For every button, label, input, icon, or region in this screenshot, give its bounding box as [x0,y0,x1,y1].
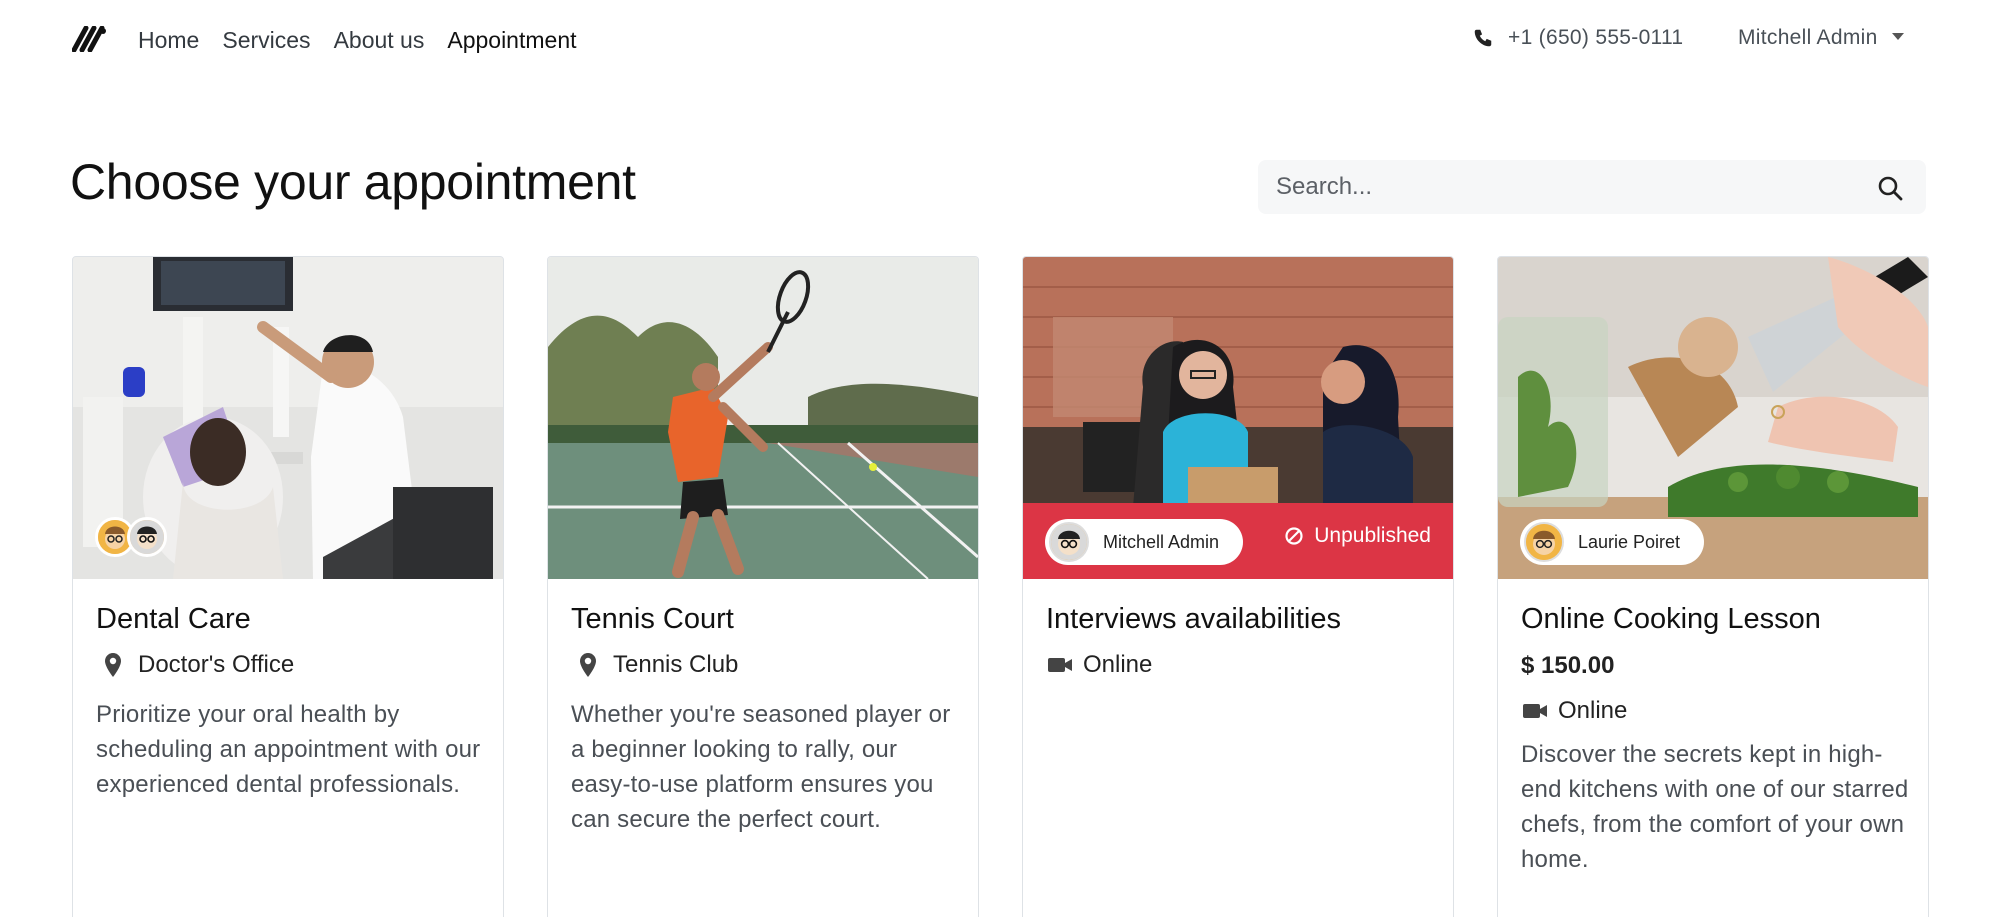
card-description: Discover the secrets kept in high-end ki… [1521,741,1909,873]
main-nav: Home Services About us Appointment [138,24,600,56]
map-pin-icon [105,653,121,677]
card-body: Interviews availabilities Online [1046,601,1436,681]
card-title: Tennis Court [571,603,734,635]
nav-about-us[interactable]: About us [334,24,425,56]
location-text: Online [1083,651,1153,678]
card-title: Dental Care [96,603,251,635]
site-header: Home Services About us Appointment +1 (6… [0,0,2000,82]
caret-down-icon [1891,32,1904,40]
card-location: Online [1047,649,1436,681]
nav-home[interactable]: Home [138,24,199,56]
search-box [1258,160,1926,214]
card-title: Interviews availabilities [1046,603,1341,635]
appointment-card-cooking-lesson[interactable]: Laurie Poiret Online Cooking Lesson $ 15… [1497,256,1929,917]
avatar [1524,522,1564,562]
status-text: Unpublished [1314,524,1431,547]
staff-name: Laurie Poiret [1578,531,1681,552]
card-body: Online Cooking Lesson $ 150.00 Online Di… [1521,601,1911,877]
status-badge: Unpublished [1284,524,1431,548]
appointment-card-dental-care[interactable]: Dental Care Doctor's Office Prioritize y… [72,256,504,917]
avatar [1049,522,1089,562]
card-location: Tennis Club [579,649,961,681]
user-menu-dropdown[interactable]: Mitchell Admin [1738,26,1904,50]
location-text: Tennis Club [613,651,739,678]
nav-services[interactable]: Services [222,24,310,56]
page-title: Choose your appointment [70,154,636,210]
staff-avatars [95,517,167,557]
location-text: Doctor's Office [138,651,295,678]
staff-name: Mitchell Admin [1103,531,1220,552]
card-location: Online [1522,695,1911,727]
phone-number: +1 (650) 555-0111 [1508,26,1684,49]
card-description: Prioritize your oral health by schedulin… [96,701,481,798]
appointment-card-interviews[interactable]: Unpublished Mitchell Admin Interviews av… [1022,256,1454,917]
search-icon[interactable] [1876,174,1904,202]
card-body: Dental Care Doctor's Office Prioritize y… [96,601,486,802]
card-title: Online Cooking Lesson [1521,603,1821,635]
staff-pill: Laurie Poiret [1520,519,1705,565]
nav-appointment[interactable]: Appointment [447,24,576,56]
video-camera-icon [1523,704,1547,718]
search-input[interactable] [1258,160,1838,214]
logo-icon[interactable] [72,26,108,52]
phone-icon [1474,29,1492,47]
phone-contact[interactable]: +1 (650) 555-0111 [1472,26,1683,50]
appointment-card-tennis-court[interactable]: Tennis Court Tennis Club Whether you're … [547,256,979,917]
staff-pill: Mitchell Admin [1045,519,1244,565]
video-camera-icon [1048,658,1072,672]
card-image-tennis [548,257,978,579]
card-location: Doctor's Office [104,649,486,681]
card-price: $ 150.00 [1521,652,1615,679]
card-body: Tennis Court Tennis Club Whether you're … [571,601,961,837]
map-pin-icon [580,653,596,677]
avatar [127,517,167,557]
ban-icon [1285,527,1303,545]
location-text: Online [1558,697,1628,724]
card-description: Whether you're seasoned player or a begi… [571,701,951,833]
user-name: Mitchell Admin [1738,26,1878,49]
